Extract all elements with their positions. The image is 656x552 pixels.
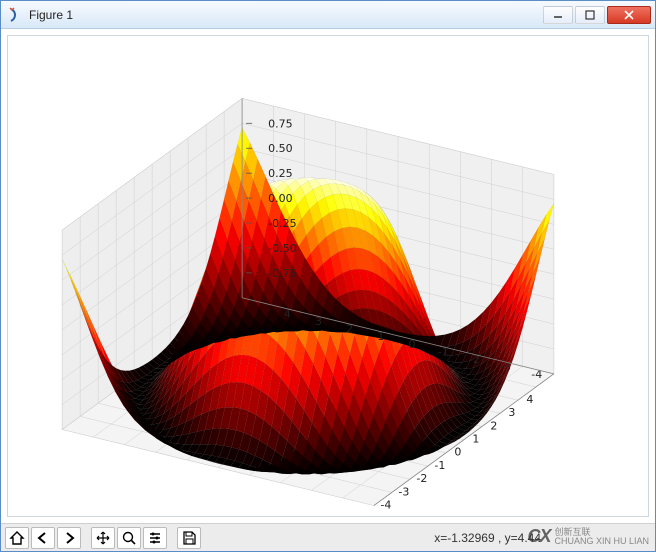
cursor-coordinates: x=-1.32969 , y=4.44 bbox=[434, 531, 651, 545]
svg-text:-0.75: -0.75 bbox=[268, 267, 296, 280]
canvas-frame: -4-3-2-101234-4-3-2-101234-0.75-0.50-0.2… bbox=[7, 35, 649, 517]
svg-text:-3: -3 bbox=[398, 485, 409, 498]
maximize-button[interactable] bbox=[575, 6, 605, 24]
svg-text:-0.50: -0.50 bbox=[268, 242, 296, 255]
minimize-button[interactable] bbox=[543, 6, 573, 24]
svg-text:1: 1 bbox=[472, 433, 479, 446]
home-button[interactable] bbox=[5, 527, 29, 549]
titlebar[interactable]: Figure 1 bbox=[1, 1, 655, 29]
pan-button[interactable] bbox=[91, 527, 115, 549]
svg-text:3: 3 bbox=[508, 406, 515, 419]
svg-text:0: 0 bbox=[454, 446, 461, 459]
svg-text:-1: -1 bbox=[434, 459, 445, 472]
zoom-button[interactable] bbox=[117, 527, 141, 549]
svg-text:-0.25: -0.25 bbox=[268, 217, 296, 230]
svg-text:0.00: 0.00 bbox=[268, 192, 293, 205]
configure-subplots-button[interactable] bbox=[143, 527, 167, 549]
svg-text:-4: -4 bbox=[380, 498, 391, 511]
svg-text:4: 4 bbox=[526, 393, 533, 406]
back-button[interactable] bbox=[31, 527, 55, 549]
save-button[interactable] bbox=[177, 527, 201, 549]
svg-text:-2: -2 bbox=[416, 472, 427, 485]
python-tk-icon bbox=[7, 7, 23, 23]
navigation-toolbar: x=-1.32969 , y=4.44 bbox=[1, 523, 655, 551]
plot-3d-surface[interactable]: -4-3-2-101234-4-3-2-101234-0.75-0.50-0.2… bbox=[8, 36, 648, 516]
window-title: Figure 1 bbox=[29, 8, 537, 22]
svg-text:0.50: 0.50 bbox=[268, 142, 293, 155]
svg-text:0.25: 0.25 bbox=[268, 167, 293, 180]
svg-text:2: 2 bbox=[490, 419, 497, 432]
app-window: Figure 1 -4-3-2-101234-4-3-2-101234-0.75… bbox=[0, 0, 656, 552]
window-controls bbox=[543, 6, 651, 24]
svg-text:0.75: 0.75 bbox=[268, 117, 293, 130]
forward-button[interactable] bbox=[57, 527, 81, 549]
close-button[interactable] bbox=[607, 6, 651, 24]
